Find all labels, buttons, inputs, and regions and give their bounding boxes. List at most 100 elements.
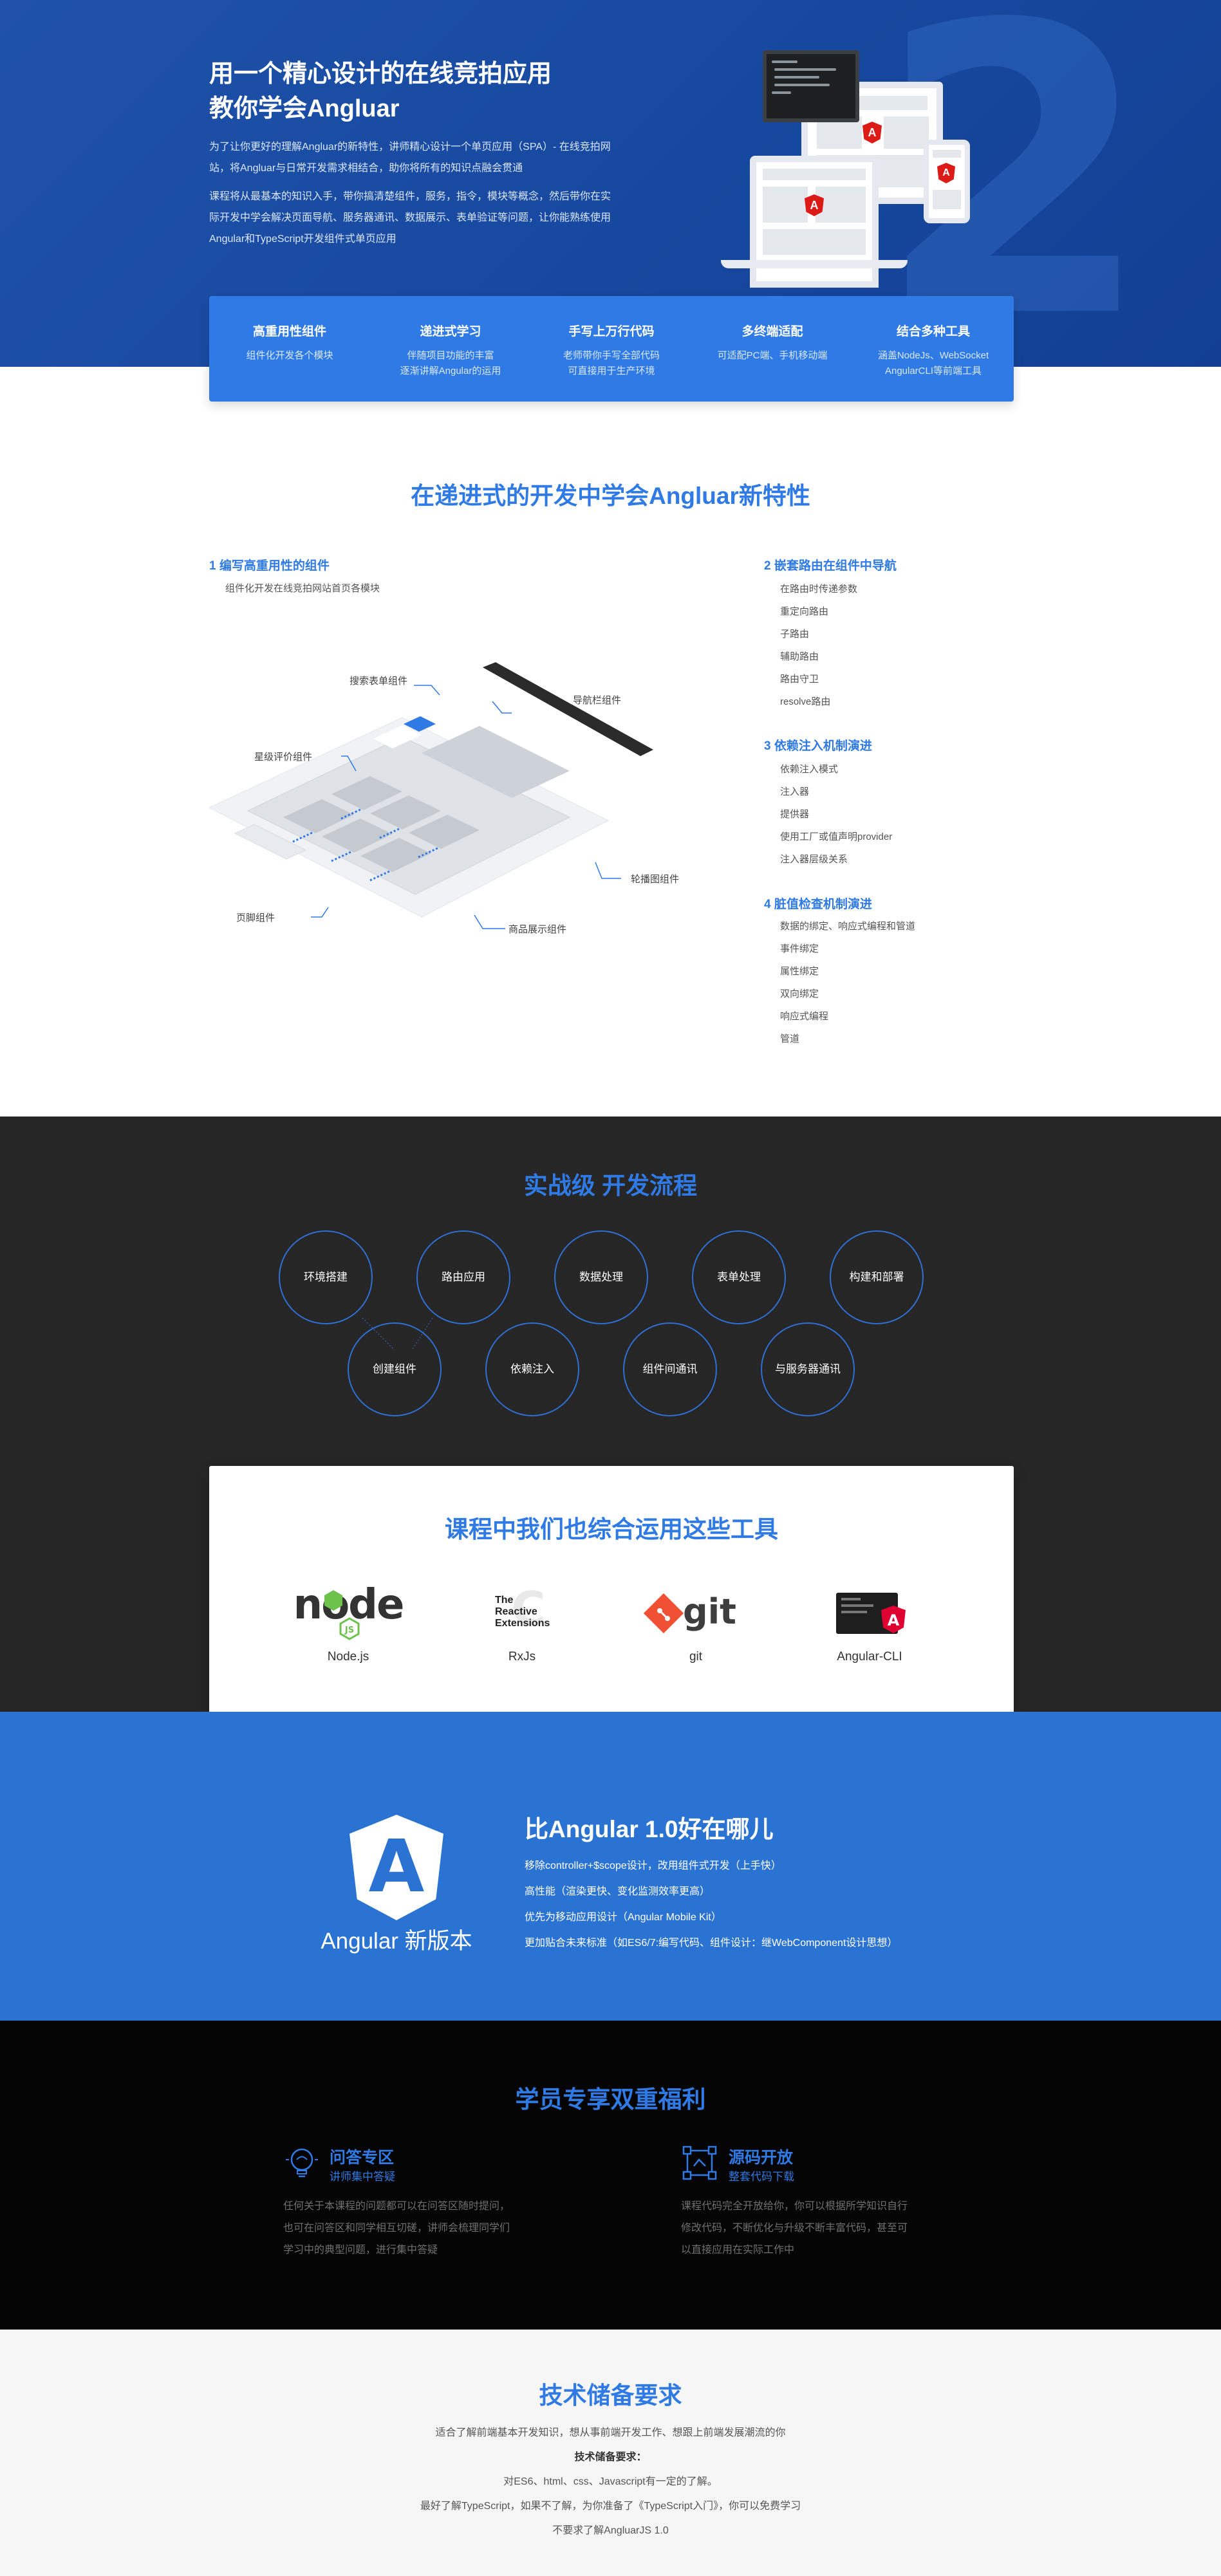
list-item: 注入器 — [780, 786, 810, 797]
hero-course-line: 际开发中学会解决页面导航、服务器通讯、数据展示、表单验证等问题，让你能熟练使用 — [209, 212, 611, 223]
benefit-line: 以直接应用在实际工作中 — [681, 2245, 795, 2256]
benefits-title: 学员专享双重福利 — [515, 2086, 706, 2113]
components-diagram: 搜索表单组件 导航栏组件 星级评价组件 轮播图组件 页脚组件 商品展示组件 — [208, 656, 698, 946]
lightbulb-icon — [286, 2148, 318, 2178]
feature-desc: 涵盖NodeJs、WebSocket — [877, 350, 989, 361]
hero-intro-line: 为了让你更好的理解Angluar的新特性，讲师精心设计一个单页应用（SPA）- … — [209, 142, 611, 153]
compare-list: 移除controller+$scope设计，改用组件式开发（上手快） 高性能（渲… — [525, 1853, 897, 1956]
benefit-right-subtitle: 整套代码下载 — [729, 2171, 794, 2183]
tools-title: 课程中我们也综合运用这些工具 — [445, 1516, 778, 1543]
feature-title: 多终端适配 — [741, 325, 803, 338]
terminal-illustration — [763, 50, 859, 122]
diagram-label-nav: 导航栏组件 — [573, 695, 622, 706]
requirements-line: 最好了解TypeScript，如果不了解，为你准备了《TypeScript入门》… — [420, 2501, 801, 2512]
benefits-section — [0, 2021, 1221, 2330]
angular-caption: Angular 新版本 — [321, 1929, 472, 1954]
hero-course-line: Angular和TypeScript开发组件式单页应用 — [209, 234, 396, 245]
list-item: 路由守卫 — [780, 674, 819, 685]
hero-course-paragraph: 课程将从最基本的知识入手，带你搞清楚组件，服务，指令，模块等概念，然后带你在实 … — [209, 186, 660, 250]
hero-intro-line: 站，将Angluar与日常开发需求相结合，助你将所有的知识点融会贯通 — [209, 163, 523, 174]
feature-title: 手写上万行代码 — [568, 325, 655, 338]
tool-item: A Angular-CLI — [799, 1579, 940, 1664]
feature-desc: 可直接用于生产环境 — [568, 366, 655, 376]
phone-illustration: A — [924, 140, 970, 223]
benefit-left-title: 问答专区 — [330, 2149, 395, 2167]
hero-course-line: 课程将从最基本的知识入手，带你搞清楚组件，服务，指令，模块等概念，然后带你在实 — [209, 191, 611, 202]
feature-title: 结合多种工具 — [896, 325, 970, 338]
svg-text:node: node — [294, 1581, 404, 1629]
topic-4-title: 4 脏值检查机制演进 — [764, 898, 872, 911]
code-network-icon — [682, 2145, 717, 2180]
feature-desc: AngularCLI等前端工具 — [884, 366, 982, 376]
new-features-title: 在递进式的开发中学会Angluar新特性 — [411, 483, 810, 509]
process-title: 实战级 开发流程 — [523, 1172, 698, 1199]
list-item: 事件绑定 — [780, 943, 819, 954]
rxjs-logo: C The Reactive Extensions — [451, 1579, 593, 1646]
benefit-right-body: 课程代码完全开放给你，你可以根据所学知识自行 修改代码，不断优化与升级不断丰富代… — [681, 2196, 951, 2261]
list-item: 双向绑定 — [780, 988, 819, 999]
topic-1-title: 1 编写高重用性的组件 — [209, 559, 330, 573]
diagram-label-rating: 星级评价组件 — [254, 752, 313, 763]
list-item: 重定向路由 — [780, 606, 829, 617]
feature-title: 递进式学习 — [420, 325, 481, 338]
list-item: 属性绑定 — [780, 966, 819, 977]
feature-item: 手写上万行代码 老师带你手写全部代码 可直接用于生产环境 — [531, 296, 692, 402]
list-item: 子路由 — [780, 629, 810, 640]
list-item: 使用工厂或值声明provider — [780, 831, 893, 842]
requirements-line: 适合了解前端基本开发知识，想从事前端开发工作、想跟上前端发展潮流的你 — [435, 2427, 786, 2438]
compare-title: 比Angular 1.0好在哪儿 — [525, 1816, 774, 1842]
feature-item: 多终端适配 可适配PC端、手机移动端 — [692, 296, 853, 402]
requirements-line: 对ES6、html、css、Javascript有一定的了解。 — [503, 2476, 718, 2487]
process-step: 依赖注入 — [485, 1322, 579, 1416]
feature-desc: 逐渐讲解Angular的运用 — [400, 366, 501, 376]
process-step: 与服务器通讯 — [761, 1322, 855, 1416]
list-item: 优先为移动应用设计（Angular Mobile Kit） — [525, 1912, 722, 1923]
tool-name: Angular-CLI — [837, 1650, 902, 1663]
nodejs-logo: node JS — [277, 1579, 419, 1646]
angular-icon: A — [862, 122, 882, 144]
topic-2-title: 2 嵌套路由在组件中导航 — [764, 559, 897, 573]
list-item: 管道 — [780, 1033, 800, 1044]
svg-text:Extensions: Extensions — [495, 1618, 550, 1629]
diagram-label-product: 商品展示组件 — [508, 924, 567, 935]
process-step: 表单处理 — [692, 1230, 786, 1324]
benefit-line: 课程代码完全开放给你，你可以根据所学知识自行 — [681, 2201, 908, 2212]
components-illustration — [208, 662, 653, 929]
benefit-line: 任何关于本课程的问题都可以在问答区随时提问， — [283, 2201, 510, 2212]
process-step: 组件间通讯 — [623, 1322, 717, 1416]
feature-item: 结合多种工具 涵盖NodeJs、WebSocket AngularCLI等前端工… — [853, 296, 1014, 402]
git-logo: git — [625, 1579, 767, 1646]
feature-title: 高重用性组件 — [252, 325, 326, 338]
list-item: 依赖注入模式 — [780, 764, 839, 775]
requirements-line: 不要求了解AngluarJS 1.0 — [552, 2525, 669, 2536]
hero-title-line2: 教你学会Angluar — [209, 95, 400, 122]
topic-3-title: 3 依赖注入机制演进 — [764, 739, 872, 753]
process-step: 路由应用 — [416, 1230, 510, 1324]
list-item: 在路由时传递参数 — [780, 584, 858, 595]
devices-illustration: A A A — [721, 46, 978, 288]
process-step: 创建组件 — [348, 1322, 442, 1416]
feature-desc: 可适配PC端、手机移动端 — [717, 350, 828, 361]
hero-intro-paragraph: 为了让你更好的理解Angluar的新特性，讲师精心设计一个单页应用（SPA）- … — [209, 136, 660, 179]
benefit-line: 修改代码，不断优化与升级不断丰富代码，甚至可 — [681, 2223, 908, 2234]
process-step: 构建和部署 — [830, 1230, 924, 1324]
svg-text:Reactive: Reactive — [495, 1606, 537, 1617]
requirements-title: 技术储备要求 — [539, 2382, 682, 2409]
laptop-base — [721, 260, 908, 268]
benefit-left-subtitle: 讲师集中答疑 — [330, 2171, 395, 2183]
benefit-left-body: 任何关于本课程的问题都可以在问答区随时提问， 也可在问答区和同学相互切磋，讲师会… — [283, 2196, 554, 2261]
list-item: resolve路由 — [780, 696, 831, 707]
diagram-label-carousel: 轮播图组件 — [631, 874, 680, 885]
features-bar: 高重用性组件 组件化开发各个模块 递进式学习 伴随项目功能的丰富 逐渐讲解Ang… — [209, 296, 1014, 402]
topic-4-list: 数据的绑定、响应式编程和管道 事件绑定 属性绑定 双向绑定 响应式编程 管道 — [780, 915, 915, 1050]
process-step: 数据处理 — [554, 1230, 648, 1324]
tool-item: node JS Node.js — [277, 1579, 419, 1664]
list-item: 注入器层级关系 — [780, 854, 848, 865]
hero-title: 用一个精心设计的在线竞拍应用 教你学会Angluar — [209, 57, 608, 126]
angular-shield-letter: A — [368, 1825, 425, 1909]
list-item: 数据的绑定、响应式编程和管道 — [780, 921, 916, 932]
benefit-line: 也可在问答区和同学相互切磋，讲师会梳理同学们 — [283, 2223, 510, 2234]
tool-item: C The Reactive Extensions RxJs — [451, 1579, 593, 1664]
feature-item: 高重用性组件 组件化开发各个模块 — [209, 296, 370, 402]
svg-text:The: The — [495, 1595, 514, 1606]
